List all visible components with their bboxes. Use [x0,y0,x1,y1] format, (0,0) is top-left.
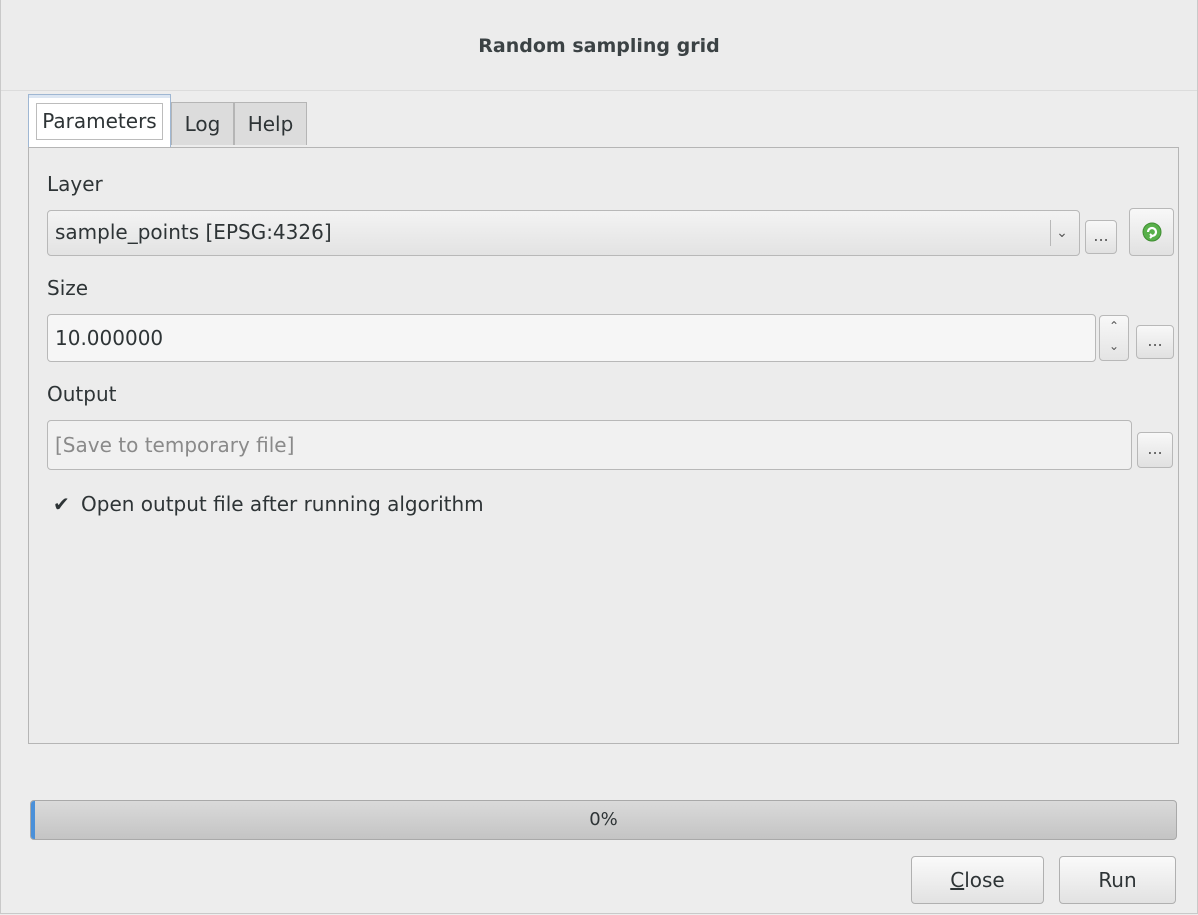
run-button[interactable]: Run [1059,856,1176,904]
layer-combobox[interactable]: sample_points [EPSG:4326] ⌄ [47,210,1080,256]
size-stepper[interactable]: ⌃ ⌄ [1099,315,1129,361]
progress-bar: 0% [30,800,1177,840]
layer-browse-button[interactable]: ... [1085,220,1117,254]
layer-value: sample_points [EPSG:4326] [55,220,332,244]
output-label: Output [47,382,117,406]
chevron-up-icon[interactable]: ⌃ [1100,316,1128,336]
dialog-window: Random sampling grid Parameters Log Help… [0,0,1198,914]
output-browse-button[interactable]: ... [1137,432,1173,468]
close-button[interactable]: Close [911,856,1044,904]
output-field[interactable]: [Save to temporary file] [47,420,1132,470]
tab-parameters-label: Parameters [36,103,163,140]
parameters-panel: Layer sample_points [EPSG:4326] ⌄ ... Si… [28,147,1179,744]
title-bar: Random sampling grid [1,0,1197,91]
iterate-button[interactable] [1129,208,1174,256]
chevron-down-icon: ⌄ [1050,220,1073,246]
close-mnemonic: C [950,868,965,892]
window-title: Random sampling grid [478,35,720,57]
size-input[interactable]: 10.000000 [47,314,1096,362]
tab-parameters[interactable]: Parameters [28,94,171,148]
checkbox-check-icon[interactable]: ✔ [53,492,75,516]
chevron-down-icon[interactable]: ⌄ [1100,336,1128,356]
close-label-rest: lose [964,868,1005,892]
open-output-checkbox[interactable]: ✔ Open output file after running algorith… [53,492,484,516]
iterate-icon [1142,222,1161,241]
progress-text: 0% [589,809,618,830]
tab-log[interactable]: Log [171,102,234,145]
layer-label: Layer [47,172,103,196]
size-browse-button[interactable]: ... [1136,325,1174,359]
size-label: Size [47,276,89,300]
tab-help[interactable]: Help [234,102,307,145]
open-output-label: Open output file after running algorithm [81,492,484,516]
